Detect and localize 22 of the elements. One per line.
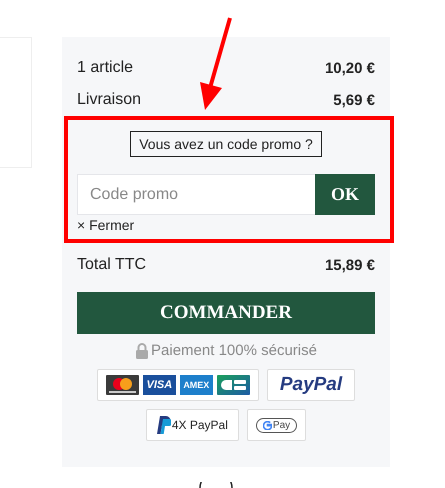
paypal-p-icon [156, 416, 171, 434]
total-label: Total TTC [77, 256, 146, 274]
google-pay-logo: Pay [256, 418, 298, 432]
promo-code-field[interactable]: Code promo [77, 174, 315, 215]
order-button[interactable]: COMMANDER [77, 292, 375, 334]
promo-heading: Vous avez un code promo ? [130, 131, 322, 157]
visa-logo: VISA [142, 375, 176, 395]
summary-value: 10,20 € [324, 60, 375, 76]
ok-button[interactable]: OK [315, 174, 375, 215]
summary-value: 5,69 € [333, 92, 375, 108]
paypal-logo: PayPal [278, 374, 344, 396]
close-link[interactable]: × Fermer [77, 217, 134, 233]
mastercard-logo [106, 375, 139, 395]
summary-label: 1 article [77, 59, 134, 77]
total-value: 15,89 € [324, 256, 375, 274]
cb-logo [216, 375, 250, 395]
summary-label: Livraison [77, 91, 142, 109]
lock-icon [135, 342, 150, 358]
amex-logo: AMEX [180, 375, 213, 395]
pay-in-four-label: 4X PayPal [172, 418, 228, 432]
secure-payment-note: Paiement 100% sécurisé [151, 342, 317, 359]
g-icon [262, 420, 272, 430]
